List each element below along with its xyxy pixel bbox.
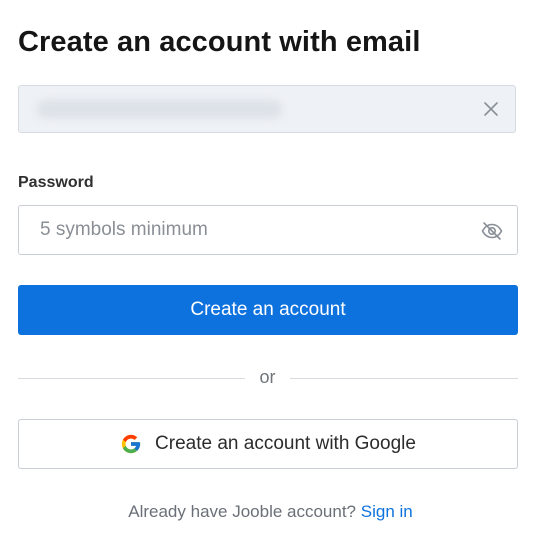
google-logo-icon bbox=[120, 433, 142, 455]
password-label: Password bbox=[18, 174, 94, 191]
email-value-blurred bbox=[37, 100, 282, 118]
page-title: Create an account with email bbox=[18, 26, 421, 58]
divider-text: or bbox=[259, 367, 276, 387]
password-field-wrapper bbox=[18, 205, 518, 255]
eye-off-icon[interactable] bbox=[480, 219, 504, 243]
divider-line-left bbox=[18, 378, 245, 379]
google-signup-button[interactable]: Create an account with Google bbox=[18, 419, 518, 469]
google-button-label: Create an account with Google bbox=[155, 433, 416, 454]
password-input[interactable] bbox=[19, 206, 517, 254]
create-account-button[interactable]: Create an account bbox=[18, 285, 518, 335]
signin-prompt: Already have Jooble account? Sign in bbox=[0, 502, 541, 522]
divider-line-right bbox=[290, 378, 518, 379]
close-icon[interactable] bbox=[481, 99, 501, 119]
email-field[interactable] bbox=[18, 85, 516, 133]
signin-link[interactable]: Sign in bbox=[361, 502, 413, 521]
signin-prompt-text: Already have Jooble account? bbox=[128, 502, 357, 521]
